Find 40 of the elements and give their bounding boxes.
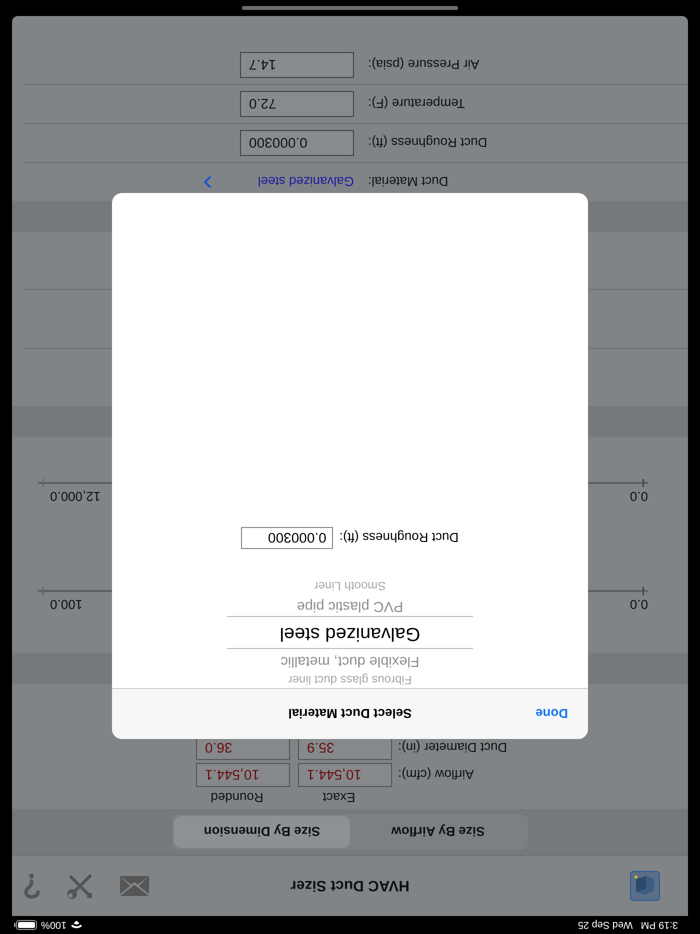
picker-item[interactable]: Galvanized steel: [227, 616, 473, 649]
result-field: 10,544.1: [196, 763, 290, 787]
envelope-icon[interactable]: [120, 876, 149, 896]
input-field[interactable]: 72.0: [240, 91, 354, 117]
app-icon: [630, 871, 660, 901]
status-time: 3:19 PM: [640, 920, 678, 930]
segment-tab[interactable]: Size By Airflow: [350, 816, 526, 848]
status-date: Wed Sep 25: [578, 920, 633, 930]
battery-icon: [14, 920, 37, 930]
picker-item[interactable]: Flexible duct, metallic: [280, 652, 420, 668]
setting-label: Air Pressure (psia):: [367, 58, 480, 72]
setting-label: Temperature (F):: [367, 96, 466, 112]
done-button[interactable]: Done: [534, 704, 570, 724]
input-field[interactable]: 0.000300: [241, 526, 334, 549]
chevron-icon[interactable]: [202, 175, 212, 189]
material-link[interactable]: Galvanized steel: [258, 174, 354, 190]
segment-tab[interactable]: Size By Dimension: [174, 816, 350, 848]
result-field: 10,544.1: [298, 763, 392, 787]
picker-item[interactable]: Fibrous glass duct liner: [288, 672, 412, 686]
field-label: Duct Roughness (ft):: [339, 530, 459, 546]
modal-title: Select Duct Material: [288, 706, 412, 722]
slider-max-label: 100.0: [50, 597, 83, 612]
column-heading: Rounded: [210, 790, 264, 805]
battery-percent: 100%: [41, 920, 67, 930]
setting-label: Duct Material:: [367, 174, 450, 190]
result-label: Duct Diameter (in):: [397, 740, 508, 756]
input-field[interactable]: 0.000300: [240, 130, 354, 156]
slider-min-label: 0.0: [630, 489, 648, 504]
column-heading: Exact: [322, 790, 356, 805]
tools-icon[interactable]: [66, 872, 94, 900]
slider-max-label: 12,000.0: [50, 489, 101, 504]
result-label: Airflow (cfm):: [397, 768, 475, 782]
help-icon[interactable]: [24, 873, 40, 899]
wifi-icon: [70, 921, 82, 929]
app-title: HVAC Duct Sizer: [290, 878, 410, 894]
slider-min-label: 0.0: [630, 597, 648, 612]
picker-item[interactable]: PVC plastic pipe: [296, 597, 404, 613]
input-field[interactable]: 14.7: [240, 52, 354, 78]
setting-label: Duct Roughness (ft):: [367, 136, 488, 150]
picker-item[interactable]: Smooth Liner: [314, 578, 386, 592]
